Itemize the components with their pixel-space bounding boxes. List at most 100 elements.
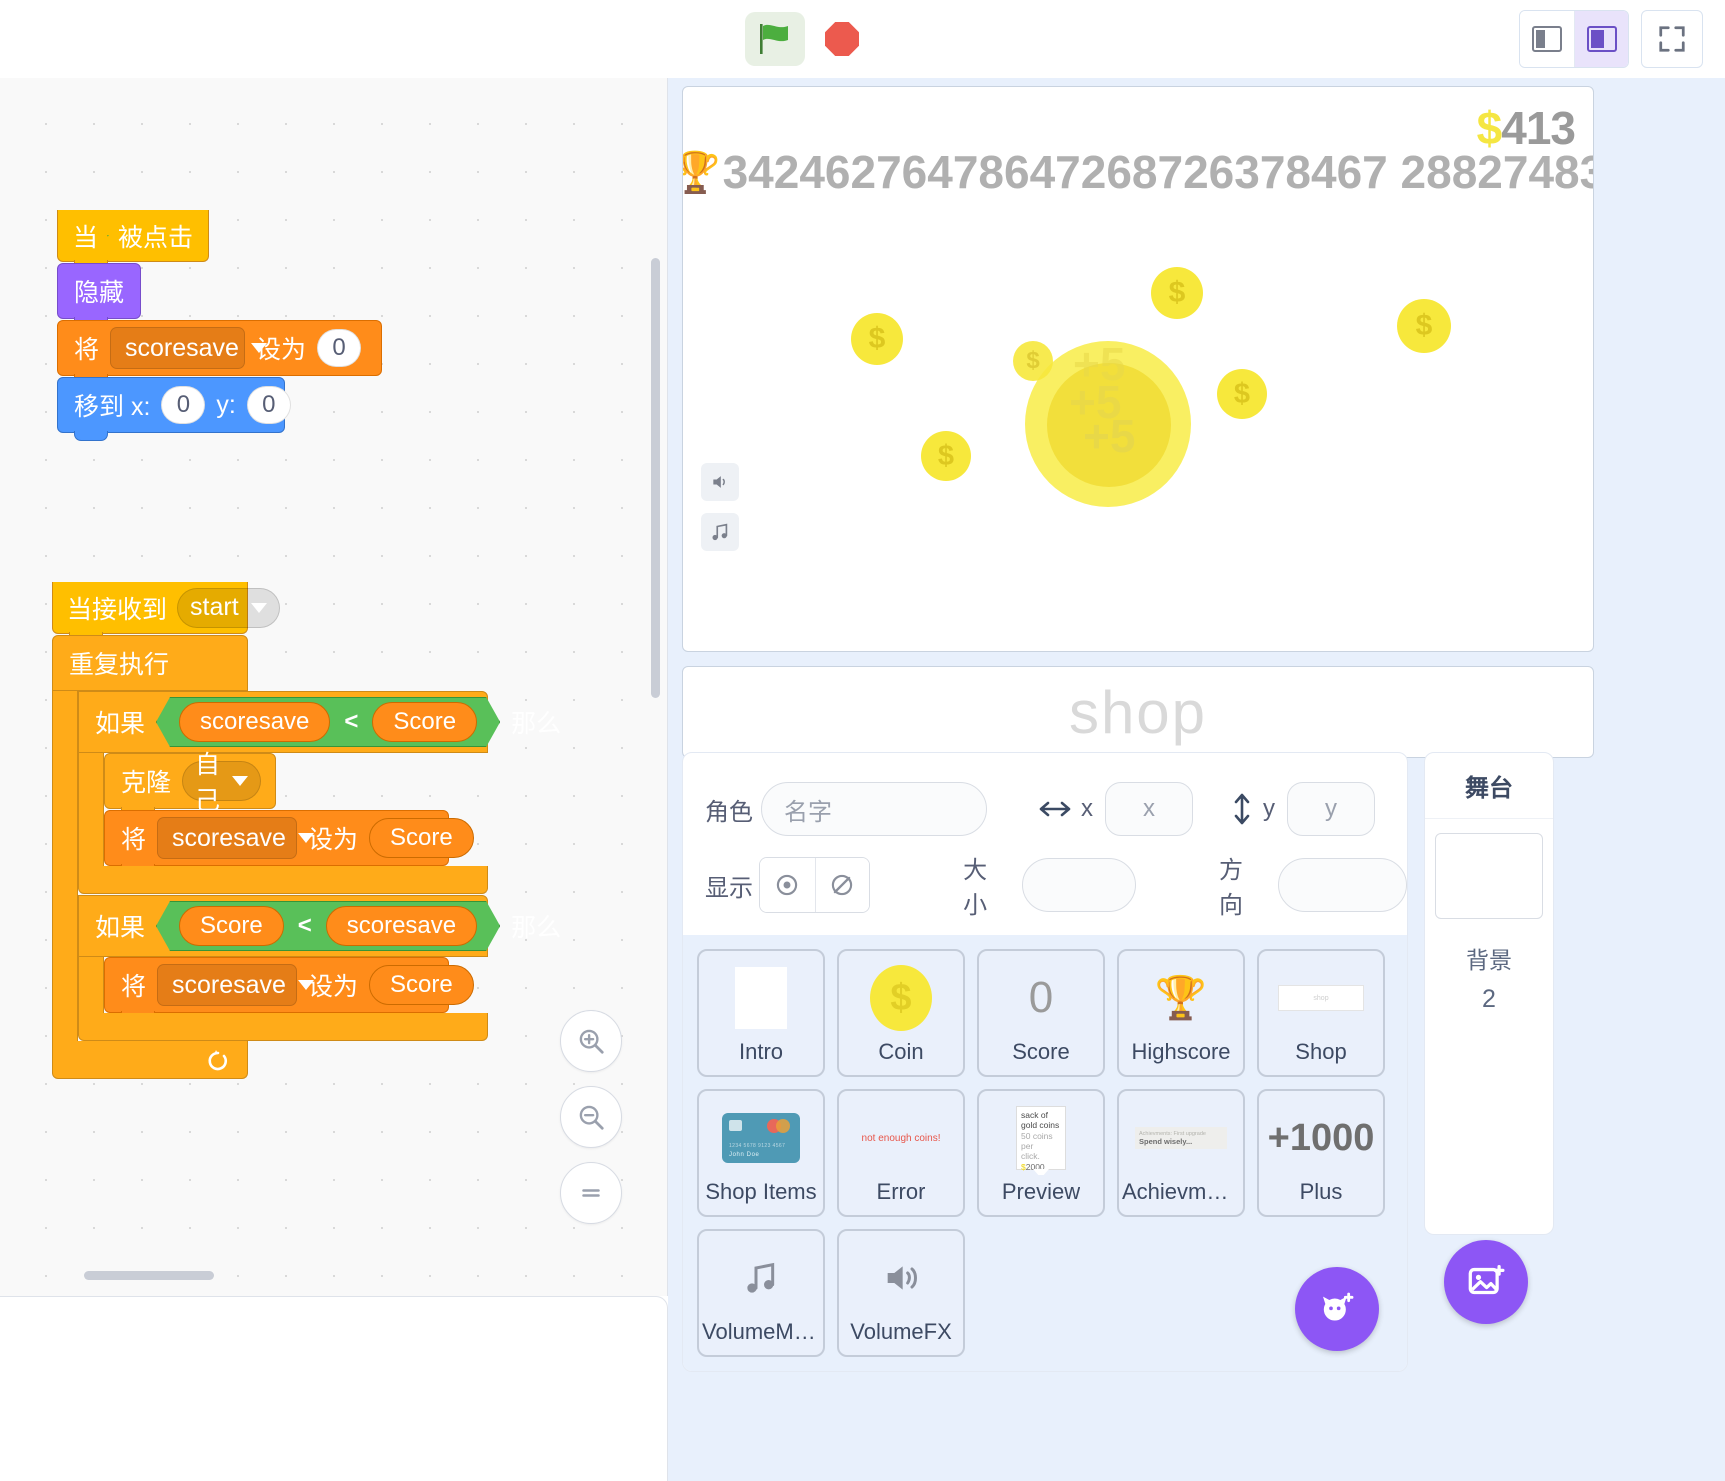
create-clone-block[interactable]: 克隆 自己: [104, 751, 276, 817]
large-stage-button[interactable]: [1574, 11, 1628, 67]
code-canvas[interactable]: 当 被点击 隐藏 将 scoresave 设为 0 移到 x: 0 y: 0 当…: [0, 78, 668, 1296]
add-sprite-button[interactable]: [1295, 1267, 1379, 1351]
sprite-name-input[interactable]: 名字: [761, 782, 987, 836]
zoom-out-button[interactable]: [560, 1086, 622, 1148]
message-dropdown[interactable]: start: [177, 587, 280, 628]
shop-banner-label: shop: [1068, 678, 1208, 746]
sprite-card-achievments[interactable]: Achievments: First upgrade Spend wisely.…: [1117, 1089, 1245, 1217]
hide-block[interactable]: 隐藏: [57, 263, 141, 327]
sprite-card-error[interactable]: not enough coins! Error: [837, 1089, 965, 1217]
sprite-name-label: Preview: [1001, 1179, 1081, 1204]
set-variable-block-2[interactable]: 将 scoresave 设为 Score: [104, 957, 474, 1021]
coin-4[interactable]: $: [1217, 369, 1267, 419]
hide-sprite-button[interactable]: [814, 858, 869, 912]
sound-toggle-button[interactable]: [701, 463, 739, 501]
horizontal-scrollbar[interactable]: [84, 1271, 214, 1280]
preview-tooltip-thumb: sack of gold coins 50 coins per click. $…: [986, 1101, 1096, 1175]
goto-x-input[interactable]: 0: [161, 386, 206, 424]
if-block-2[interactable]: 如果 Score < scoresave 那么 将 scoresave 设为 S…: [78, 895, 561, 1041]
stop-button[interactable]: [819, 14, 865, 64]
sprite-card-intro[interactable]: Intro: [697, 949, 825, 1077]
sprite-card-coin[interactable]: $ Coin: [837, 949, 965, 1077]
sprite-card-shop-items[interactable]: 1234 5678 9123 4567 John Doe Shop Items: [697, 1089, 825, 1217]
backdrops-label: 背景: [1466, 947, 1512, 973]
if-1-header[interactable]: 如果 scoresave < Score 那么: [78, 691, 561, 753]
clone-target-dropdown[interactable]: 自己: [182, 751, 262, 815]
vertical-scrollbar[interactable]: [651, 258, 660, 698]
sprite-size-input[interactable]: [1021, 858, 1136, 912]
score-reporter-1[interactable]: Score: [369, 818, 474, 858]
coin-6[interactable]: $: [1013, 341, 1053, 381]
error-message-text: not enough coins!: [861, 1132, 941, 1144]
forever-block[interactable]: 重复执行 如果 scoresave < Score 那么 克隆 自己 将 sco…: [52, 635, 561, 1079]
clicked-label: 被点击: [117, 223, 193, 252]
variable-dropdown-2[interactable]: scoresave: [157, 964, 314, 1006]
gold-coin-thumb: $: [846, 961, 956, 1035]
coin-1[interactable]: $: [851, 313, 903, 365]
less-than-operator-1[interactable]: scoresave < Score: [156, 697, 500, 747]
zoom-in-button[interactable]: [560, 1010, 622, 1072]
if-2-header[interactable]: 如果 Score < scoresave 那么: [78, 895, 561, 957]
add-backdrop-button[interactable]: [1444, 1240, 1528, 1324]
variable-dropdown[interactable]: scoresave: [110, 327, 267, 369]
coin-5[interactable]: $: [1397, 299, 1451, 353]
set-value-input[interactable]: 0: [317, 329, 362, 367]
set-variable-block[interactable]: 将 scoresave 设为 0: [57, 320, 382, 384]
variable-reporter-scoresave[interactable]: scoresave: [179, 702, 330, 742]
less-than-operator-2[interactable]: Score < scoresave: [156, 901, 500, 951]
stage[interactable]: $413 🏆 34246276478647268726378467 288274…: [682, 86, 1594, 652]
coin-2[interactable]: $: [921, 431, 971, 481]
fullscreen-button[interactable]: [1641, 10, 1703, 68]
sprite-x-input[interactable]: x: [1105, 782, 1193, 836]
sprite-direction-input[interactable]: [1277, 858, 1407, 912]
set-to-label: 设为: [256, 336, 307, 364]
less-than-sign: <: [344, 708, 359, 735]
forever-arm: [52, 691, 78, 1041]
loop-arrow-icon: [208, 1049, 228, 1070]
music-toggle-button[interactable]: [701, 513, 739, 551]
set-variable-block-1[interactable]: 将 scoresave 设为 Score: [104, 810, 474, 874]
score-reporter-2[interactable]: Score: [369, 965, 474, 1005]
sprite-card-volumemusic[interactable]: VolumeMu…: [697, 1229, 825, 1357]
sprite-card-shop[interactable]: shop Shop: [1257, 949, 1385, 1077]
when-flag-clicked-block[interactable]: 当 被点击: [57, 210, 209, 270]
variable-reporter-score[interactable]: Score: [179, 906, 284, 946]
zoom-reset-button[interactable]: [560, 1162, 622, 1224]
card-holder-name: John Doe: [729, 1152, 760, 1158]
stage-selector[interactable]: 舞台 背景 2: [1424, 752, 1554, 1235]
if-block-1[interactable]: 如果 scoresave < Score 那么 克隆 自己 将 scoresav…: [78, 691, 561, 894]
white-rectangle-thumb: [706, 961, 816, 1035]
sprite-card-score[interactable]: 0 Score: [977, 949, 1105, 1077]
plus-five-float-3: +5: [1083, 410, 1136, 462]
sprite-card-highscore[interactable]: 🏆 Highscore: [1117, 949, 1245, 1077]
then-1-label: 那么: [511, 710, 562, 738]
sprite-card-plus[interactable]: +1000 Plus: [1257, 1089, 1385, 1217]
small-stage-button[interactable]: [1520, 11, 1574, 67]
green-flag-button[interactable]: [745, 12, 805, 66]
script-stack-1[interactable]: 当 被点击 隐藏 将 scoresave 设为 0 移到 x: 0 y: 0: [57, 176, 382, 441]
show-sprite-button[interactable]: [760, 858, 815, 912]
eye-icon: [777, 874, 798, 896]
script-stack-2[interactable]: 当接收到 start 重复执行 如果 scoresave < Score 那么 …: [52, 548, 561, 1079]
sprite-name-label: Coin: [878, 1039, 924, 1064]
when-i-receive-block[interactable]: 当接收到 start: [52, 582, 280, 642]
sprite-y-input[interactable]: y: [1287, 782, 1375, 836]
trophy-icon: 🏆: [1154, 973, 1208, 1021]
coin-glyph: $: [870, 965, 932, 1031]
shop-banner[interactable]: shop: [682, 666, 1594, 758]
eye-slash-icon: [832, 874, 853, 896]
less-than-sign: <: [297, 912, 312, 939]
stage-thumbnail[interactable]: [1435, 833, 1543, 919]
variable-reporter-score[interactable]: Score: [372, 702, 477, 742]
sprite-card-volumefx[interactable]: VolumeFX: [837, 1229, 965, 1357]
coin-3[interactable]: $: [1151, 267, 1203, 319]
sprite-name-label: Highscore: [1131, 1039, 1231, 1064]
goto-y-input[interactable]: 0: [246, 386, 291, 424]
variable-reporter-scoresave[interactable]: scoresave: [326, 906, 477, 946]
forever-header[interactable]: 重复执行: [52, 635, 248, 691]
variable-dropdown-1[interactable]: scoresave: [157, 817, 314, 859]
stage-title: 舞台: [1425, 753, 1553, 819]
goto-xy-block[interactable]: 移到 x: 0 y: 0: [57, 377, 291, 441]
sprite-card-preview[interactable]: sack of gold coins 50 coins per click. $…: [977, 1089, 1105, 1217]
sprite-pane: 角色 名字 x x y y 显示 大小 方向 Intro $ Coin 0 Sc…: [682, 752, 1408, 1372]
